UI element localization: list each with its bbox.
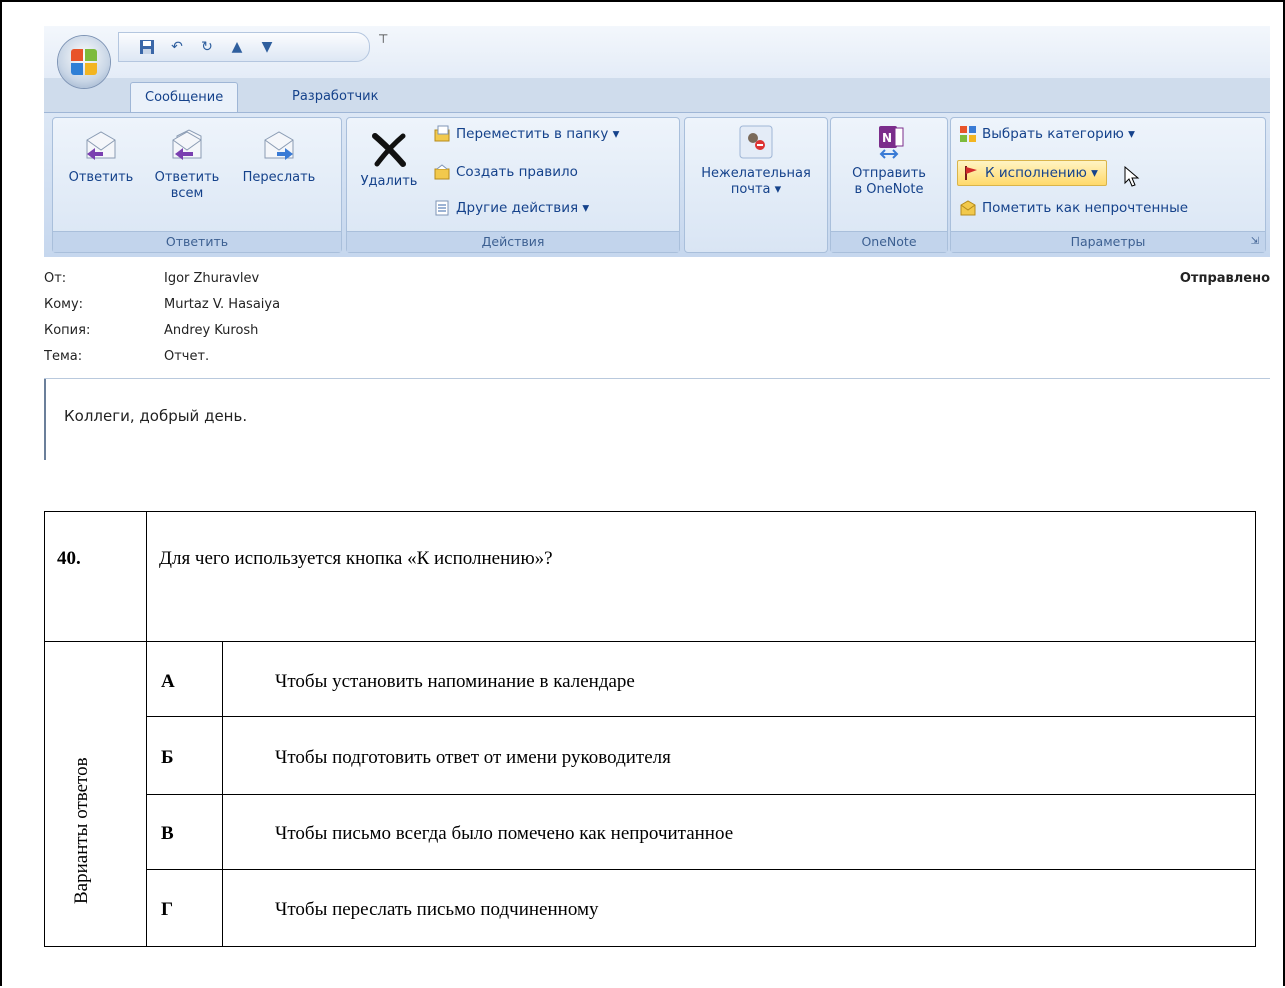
follow-up-button[interactable]: К исполнению ▾: [957, 160, 1107, 186]
tab-developer[interactable]: Разработчик: [278, 82, 392, 112]
options-group-label: Параметры ⇲: [951, 231, 1265, 252]
from-value[interactable]: Igor Zhuravlev: [164, 266, 259, 292]
save-icon[interactable]: [139, 39, 155, 55]
reply-group: Ответить Ответить всем Переслать Ответит…: [52, 117, 342, 253]
onenote-icon: N: [879, 126, 904, 159]
option-letter: В: [161, 823, 174, 844]
delete-icon: [372, 133, 406, 167]
table-divider: [146, 716, 1255, 717]
other-actions-button[interactable]: Другие действия ▾: [433, 198, 589, 218]
reply-group-label: Ответить: [53, 231, 341, 252]
reply-icon: [86, 131, 116, 160]
option-letter: Г: [161, 899, 174, 920]
answers-label: Варианты ответов: [71, 757, 92, 904]
junk-mail-icon: [739, 125, 773, 159]
send-to-onenote-button[interactable]: N Отправить в OneNote: [831, 124, 947, 198]
cc-value[interactable]: Andrey Kurosh: [164, 318, 258, 344]
question-text: Для чего используется кнопка «К исполнен…: [159, 548, 553, 569]
move-folder-icon: [434, 125, 450, 142]
message-body-text: Коллеги, добрый день.: [64, 407, 248, 425]
office-logo-icon: [71, 49, 97, 75]
ribbon: Ответить Ответить всем Переслать Ответит…: [44, 112, 1270, 257]
delete-button[interactable]: Удалить: [351, 132, 427, 190]
junk-group: Нежелательная почта ▾: [684, 117, 828, 253]
forward-button[interactable]: Переслать: [233, 128, 325, 186]
option-letter: Б: [161, 747, 174, 768]
outlook-message-window: ↶ ↻ ▲ ▼ ⊤ Сообщение Разработчик Ответить…: [44, 26, 1270, 460]
mouse-cursor-icon: [1124, 166, 1140, 187]
to-value[interactable]: Murtaz V. Hasaiya: [164, 292, 280, 318]
undo-icon[interactable]: ↶: [169, 39, 185, 55]
subject-label: Тема:: [44, 349, 83, 364]
option-letter: А: [161, 671, 175, 692]
dialog-launcher-icon[interactable]: ⇲: [1251, 232, 1259, 252]
option-text: Чтобы установить напоминание в календаре: [275, 671, 635, 692]
svg-text:N: N: [882, 131, 892, 145]
flag-icon: [965, 166, 977, 180]
forward-icon: [264, 131, 294, 160]
message-body[interactable]: Коллеги, добрый день.: [44, 378, 1270, 460]
mark-unread-icon: [960, 200, 976, 216]
quick-access-toolbar: ↶ ↻ ▲ ▼: [118, 32, 370, 62]
options-group: Выбрать категорию ▾ К исполнению ▾ Помет…: [950, 117, 1266, 253]
categorize-button[interactable]: Выбрать категорию ▾: [959, 124, 1135, 144]
cc-label: Копия:: [44, 323, 91, 338]
other-actions-icon: [435, 200, 449, 216]
option-text: Чтобы переслать письмо подчиненному: [275, 899, 599, 920]
table-divider: [146, 794, 1255, 795]
actions-group-label: Действия: [347, 231, 679, 252]
create-rule-icon: [434, 164, 450, 180]
quiz-table: 40. Для чего используется кнопка «К испо…: [44, 511, 1256, 947]
previous-item-icon[interactable]: ▲: [229, 39, 245, 55]
create-rule-button[interactable]: Создать правило: [433, 162, 578, 182]
subject-value: Отчет.: [164, 349, 210, 364]
next-item-icon[interactable]: ▼: [259, 39, 275, 55]
tab-message[interactable]: Сообщение: [130, 82, 239, 113]
redo-icon[interactable]: ↻: [199, 39, 215, 55]
reply-all-icon: [172, 129, 202, 160]
table-divider: [146, 512, 147, 946]
option-text: Чтобы подготовить ответ от имени руковод…: [275, 747, 671, 768]
onenote-group-label: OneNote: [831, 231, 947, 252]
categorize-icon: [960, 126, 976, 142]
reply-button[interactable]: Ответить: [59, 128, 143, 186]
move-to-folder-button[interactable]: Переместить в папку ▾: [433, 124, 619, 144]
question-number: 40.: [57, 548, 81, 569]
option-text: Чтобы письмо всегда было помечено как не…: [275, 823, 734, 844]
actions-group: Удалить Переместить в папку ▾ Создать пр…: [346, 117, 680, 253]
table-divider: [146, 869, 1255, 870]
from-label: От:: [44, 271, 67, 286]
body-left-border: [44, 379, 46, 460]
table-divider: [45, 641, 1255, 642]
mark-unread-button[interactable]: Пометить как непрочтенные: [959, 198, 1188, 218]
customize-toolbar-icon[interactable]: ⊤: [378, 32, 388, 46]
sent-label: Отправлено: [1179, 271, 1270, 286]
reply-all-button[interactable]: Ответить всем: [145, 128, 229, 202]
junk-mail-button[interactable]: Нежелательная почта ▾: [685, 124, 827, 198]
to-label: Кому:: [44, 297, 84, 312]
office-button[interactable]: [58, 36, 110, 88]
onenote-group: N Отправить в OneNote OneNote: [830, 117, 948, 253]
